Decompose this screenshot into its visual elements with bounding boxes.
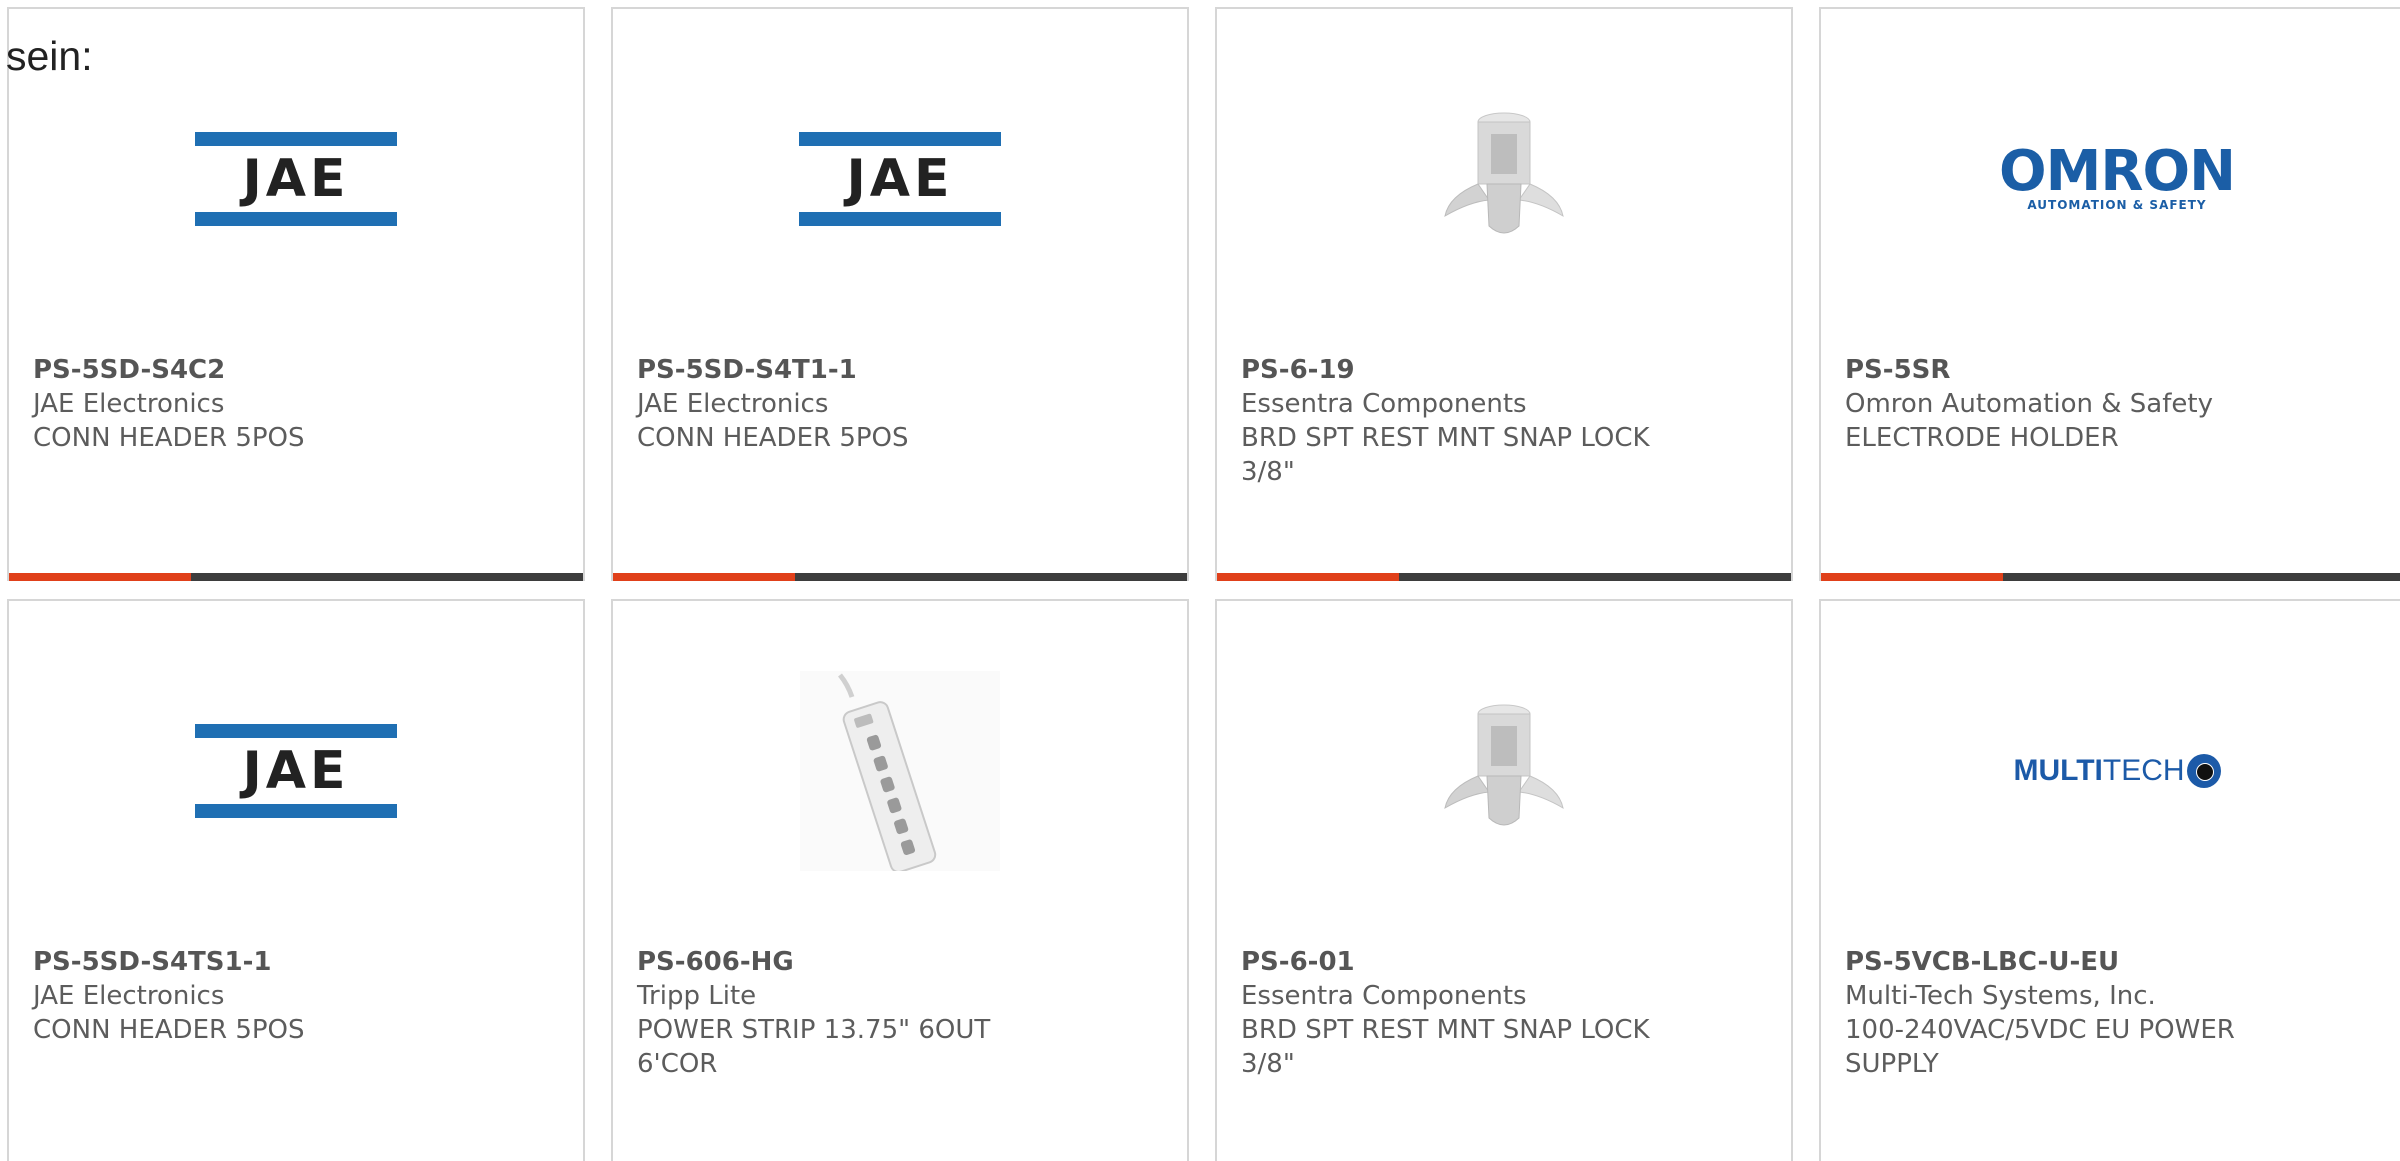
part-number-link[interactable]: PS-6-01 <box>1241 945 1661 979</box>
manufacturer: JAE Electronics <box>33 981 225 1011</box>
product-card[interactable]: JAE PS-5SD-S4C2 JAE Electronics CONN HEA… <box>7 7 585 581</box>
product-grid: JAE PS-5SD-S4C2 JAE Electronics CONN HEA… <box>7 7 2400 1161</box>
product-image[interactable] <box>1217 641 1791 901</box>
logo-text: JAE <box>242 149 350 209</box>
manufacturer: Essentra Components <box>1241 981 1527 1011</box>
product-card[interactable]: PS-6-19 Essentra Components BRD SPT REST… <box>1215 7 1793 581</box>
product-image[interactable] <box>1217 49 1791 309</box>
description: ELECTRODE HOLDER <box>1845 423 2119 453</box>
power-strip-photo <box>800 671 1000 871</box>
part-number-link[interactable]: PS-6-19 <box>1241 353 1661 387</box>
card-bottom-bar <box>613 573 1187 581</box>
omron-logo: OMRON AUTOMATION & SAFETY <box>1999 139 2236 213</box>
part-number-link[interactable]: PS-5SR <box>1845 353 2265 387</box>
description: POWER STRIP 13.75" 6OUT 6'COR <box>637 1015 991 1079</box>
snap-lock-support-photo <box>1444 704 1564 826</box>
product-card[interactable]: MULTI TECH PS-5VCB-LBC-U-EU Multi-Tech Sy… <box>1819 599 2400 1161</box>
description: CONN HEADER 5POS <box>33 1015 305 1045</box>
manufacturer: Essentra Components <box>1241 389 1527 419</box>
product-image[interactable] <box>613 641 1187 901</box>
logo-text-regular: TECH <box>2102 754 2185 787</box>
snap-lock-support-photo <box>1444 112 1564 234</box>
jae-logo: JAE <box>195 132 397 226</box>
manufacturer: JAE Electronics <box>637 389 829 419</box>
description: CONN HEADER 5POS <box>33 423 305 453</box>
card-bottom-bar <box>9 573 583 581</box>
manufacturer: Omron Automation & Safety <box>1845 389 2213 419</box>
description: BRD SPT REST MNT SNAP LOCK 3/8" <box>1241 423 1650 487</box>
product-card[interactable]: PS-606-HG Tripp Lite POWER STRIP 13.75" … <box>611 599 1189 1161</box>
product-card[interactable]: PS-6-01 Essentra Components BRD SPT REST… <box>1215 599 1793 1161</box>
part-number-link[interactable]: PS-5SD-S4T1-1 <box>637 353 1057 387</box>
part-number-link[interactable]: PS-5VCB-LBC-U-EU <box>1845 945 2265 979</box>
description: BRD SPT REST MNT SNAP LOCK 3/8" <box>1241 1015 1650 1079</box>
manufacturer: JAE Electronics <box>33 389 225 419</box>
part-number-link[interactable]: PS-5SD-S4TS1-1 <box>33 945 453 979</box>
logo-text: JAE <box>242 741 350 801</box>
product-image[interactable]: JAE <box>613 49 1187 309</box>
manufacturer: Tripp Lite <box>637 981 757 1011</box>
product-image[interactable]: OMRON AUTOMATION & SAFETY <box>1821 49 2400 309</box>
logo-text: JAE <box>846 149 954 209</box>
logo-text-bold: MULTI <box>2013 754 2103 787</box>
multitech-dot-icon <box>2186 754 2221 788</box>
multitech-logo: MULTI TECH <box>2013 754 2221 788</box>
product-card[interactable]: JAE PS-5SD-S4T1-1 JAE Electronics CONN H… <box>611 7 1189 581</box>
part-number-link[interactable]: PS-606-HG <box>637 945 1057 979</box>
product-image[interactable]: MULTI TECH <box>1821 641 2400 901</box>
manufacturer: Multi-Tech Systems, Inc. <box>1845 981 2156 1011</box>
logo-subtext: AUTOMATION & SAFETY <box>2027 198 2207 212</box>
product-card[interactable]: OMRON AUTOMATION & SAFETY PS-5SR Omron A… <box>1819 7 2400 581</box>
intro-text: sein: <box>6 33 93 79</box>
product-image[interactable]: JAE <box>9 49 583 309</box>
logo-text: OMRON <box>1999 139 2236 204</box>
description: CONN HEADER 5POS <box>637 423 909 453</box>
jae-logo: JAE <box>799 132 1001 226</box>
jae-logo: JAE <box>195 724 397 818</box>
part-number-link[interactable]: PS-5SD-S4C2 <box>33 353 453 387</box>
product-image[interactable]: JAE <box>9 641 583 901</box>
card-bottom-bar <box>1821 573 2400 581</box>
product-card[interactable]: JAE PS-5SD-S4TS1-1 JAE Electronics CONN … <box>7 599 585 1161</box>
card-bottom-bar <box>1217 573 1791 581</box>
description: 100-240VAC/5VDC EU POWER SUPPLY <box>1845 1015 2235 1079</box>
